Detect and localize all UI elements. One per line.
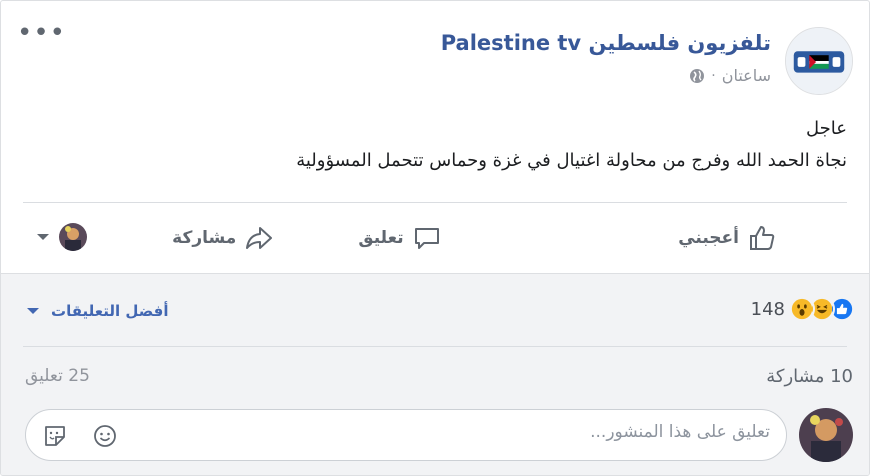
page-avatar[interactable]	[785, 27, 853, 95]
post-time[interactable]: ساعتان	[722, 66, 771, 85]
reaction-summary[interactable]: 148	[751, 296, 855, 322]
more-options-button[interactable]: •••	[17, 20, 66, 46]
post-line-breaking: عاجل	[806, 118, 847, 139]
reaction-count: 148	[750, 298, 785, 320]
comment-label: تعليق	[358, 228, 404, 248]
share-label: مشاركة	[172, 228, 237, 248]
share-arrow-icon	[246, 227, 273, 249]
post-line-headline: نجاة الحمد الله وفرج من محاولة اغتيال في…	[296, 150, 847, 171]
page-name-link[interactable]: تلفزيون فلسطين Palestine tv	[441, 31, 771, 55]
thumbs-up-icon	[750, 226, 775, 250]
chevron-down-icon	[27, 308, 39, 314]
reaction-icons	[789, 296, 855, 322]
commenter-avatar	[799, 408, 853, 462]
emoji-icon[interactable]	[92, 423, 118, 449]
meta-separator: ·	[711, 67, 716, 84]
share-count-link[interactable]: 10 مشاركة	[766, 366, 853, 387]
comment-composer	[25, 409, 787, 461]
comment-bubble-icon	[414, 228, 439, 249]
palestine-tv-logo	[786, 28, 852, 94]
comment-button[interactable]: تعليق	[274, 223, 525, 253]
post-card: تلفزيون فلسطين Palestine tv ساعتان · •••…	[0, 0, 870, 476]
post-header: تلفزيون فلسطين Palestine tv ساعتان · •••	[1, 1, 869, 101]
user-mini-avatar	[59, 223, 87, 251]
divider	[23, 346, 847, 347]
comment-count-link[interactable]: 25 تعليق	[25, 366, 90, 386]
post-body: عاجل نجاة الحمد الله وفرج من محاولة اغتي…	[21, 113, 847, 177]
sticker-icon[interactable]	[42, 423, 68, 449]
audience-selector[interactable]	[37, 223, 87, 251]
post-meta: ساعتان ·	[689, 66, 771, 85]
comment-input[interactable]	[290, 422, 770, 442]
divider	[23, 202, 847, 203]
globe-icon[interactable]	[689, 68, 705, 84]
comment-sort-label: أفضل التعليقات	[51, 302, 169, 320]
like-label: أعجبني	[678, 228, 739, 248]
chevron-down-icon	[37, 234, 49, 240]
wow-reaction-icon	[789, 296, 815, 322]
like-button[interactable]: أعجبني	[526, 223, 847, 253]
reactions-and-comments: 148 أفضل التعليقات 10 مشاركة 25 تعليق	[1, 273, 869, 475]
action-bar: أعجبني تعليق مشاركة	[23, 213, 847, 263]
comment-sort-dropdown[interactable]: أفضل التعليقات	[27, 302, 168, 320]
